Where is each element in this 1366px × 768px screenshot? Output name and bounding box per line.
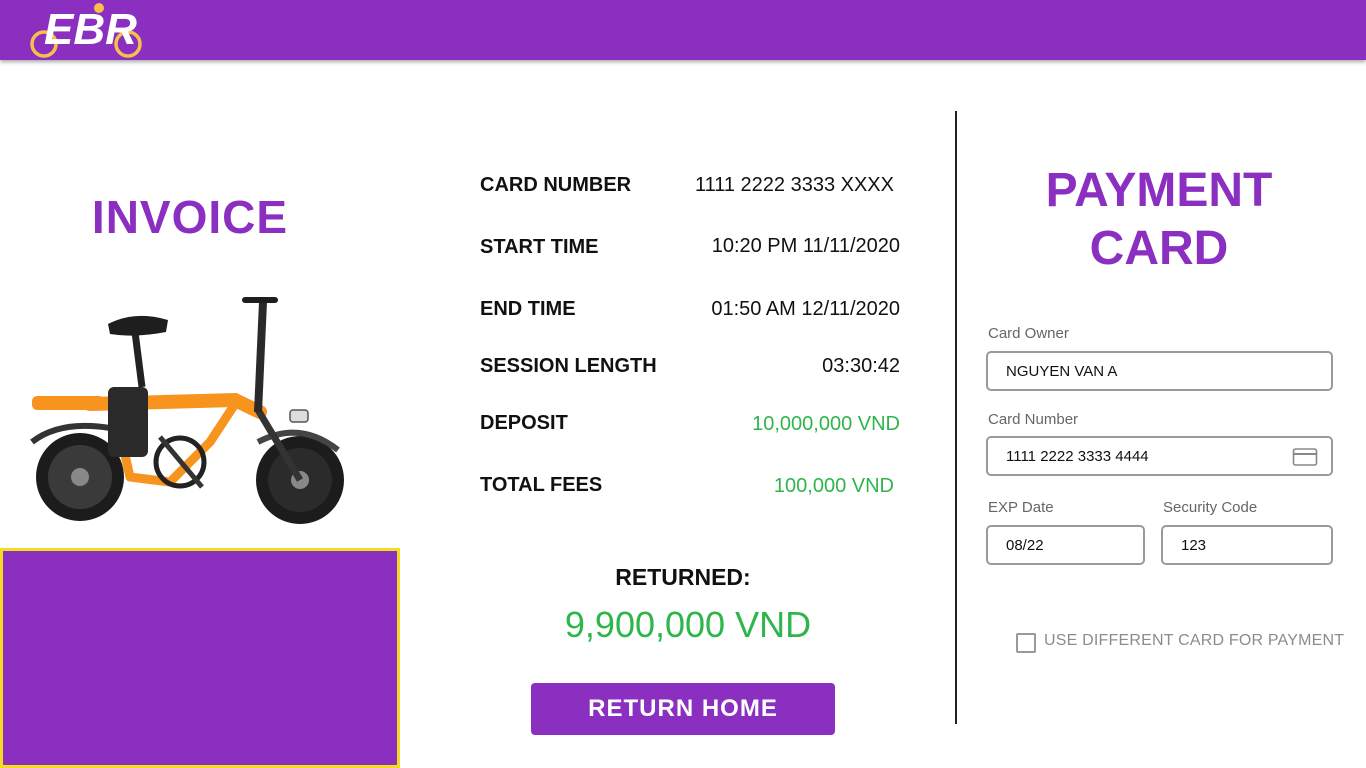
credit-card-icon — [1292, 448, 1318, 466]
ebr-bicycle-logo-icon[interactable]: EBR — [26, 0, 146, 60]
return-home-button[interactable]: RETURN HOME — [531, 683, 835, 735]
exp-date-input[interactable] — [986, 525, 1145, 565]
payment-title-line2: CARD — [1089, 222, 1229, 275]
start-time-value: 10:20 PM 11/11/2020 — [711, 235, 900, 257]
promo-panel — [0, 548, 400, 768]
session-length-label: SESSION LENGTH — [480, 355, 657, 377]
start-time-label: START TIME — [480, 236, 599, 258]
card-number-input[interactable] — [986, 436, 1333, 476]
invoice-title: INVOICE — [91, 191, 289, 243]
total-fees-label: TOTAL FEES — [480, 474, 603, 496]
different-card-checkbox[interactable] — [1016, 633, 1036, 653]
returned-amount: 9,900,000 VND — [564, 604, 812, 645]
card-number-value: 1111 2222 3333 XXXX — [694, 174, 894, 196]
invoice-page: EBR INVOICE CARD NUMBER 1111 2222 3333 X… — [0, 0, 1366, 768]
deposit-label: DEPOSIT — [480, 412, 568, 434]
exp-date-label: EXP Date — [988, 499, 1054, 516]
session-length-value: 03:30:42 — [822, 355, 900, 377]
total-fees-value: 100,000 VND — [773, 475, 894, 497]
top-app-bar: EBR — [0, 0, 1366, 60]
vertical-divider — [955, 111, 957, 724]
security-code-input[interactable] — [1161, 525, 1333, 565]
card-owner-input[interactable] — [986, 351, 1333, 391]
card-number-label: CARD NUMBER — [480, 174, 632, 196]
card-owner-label: Card Owner — [988, 325, 1069, 342]
svg-text:EBR: EBR — [44, 5, 137, 54]
different-card-label[interactable]: USE DIFFERENT CARD FOR PAYMENT — [1044, 632, 1344, 650]
payment-title-line1: PAYMENT — [1045, 164, 1273, 217]
security-code-label: Security Code — [1163, 499, 1258, 516]
deposit-value: 10,000,000 VND — [752, 413, 900, 435]
electric-bike-image — [30, 297, 344, 524]
end-time-label: END TIME — [480, 298, 576, 320]
returned-label: RETURNED: — [615, 564, 751, 590]
payment-card-title: PAYMENT CARD — [1000, 162, 1318, 278]
end-time-value: 01:50 AM 12/11/2020 — [711, 298, 900, 320]
card-number-field-label: Card Number — [988, 411, 1079, 428]
